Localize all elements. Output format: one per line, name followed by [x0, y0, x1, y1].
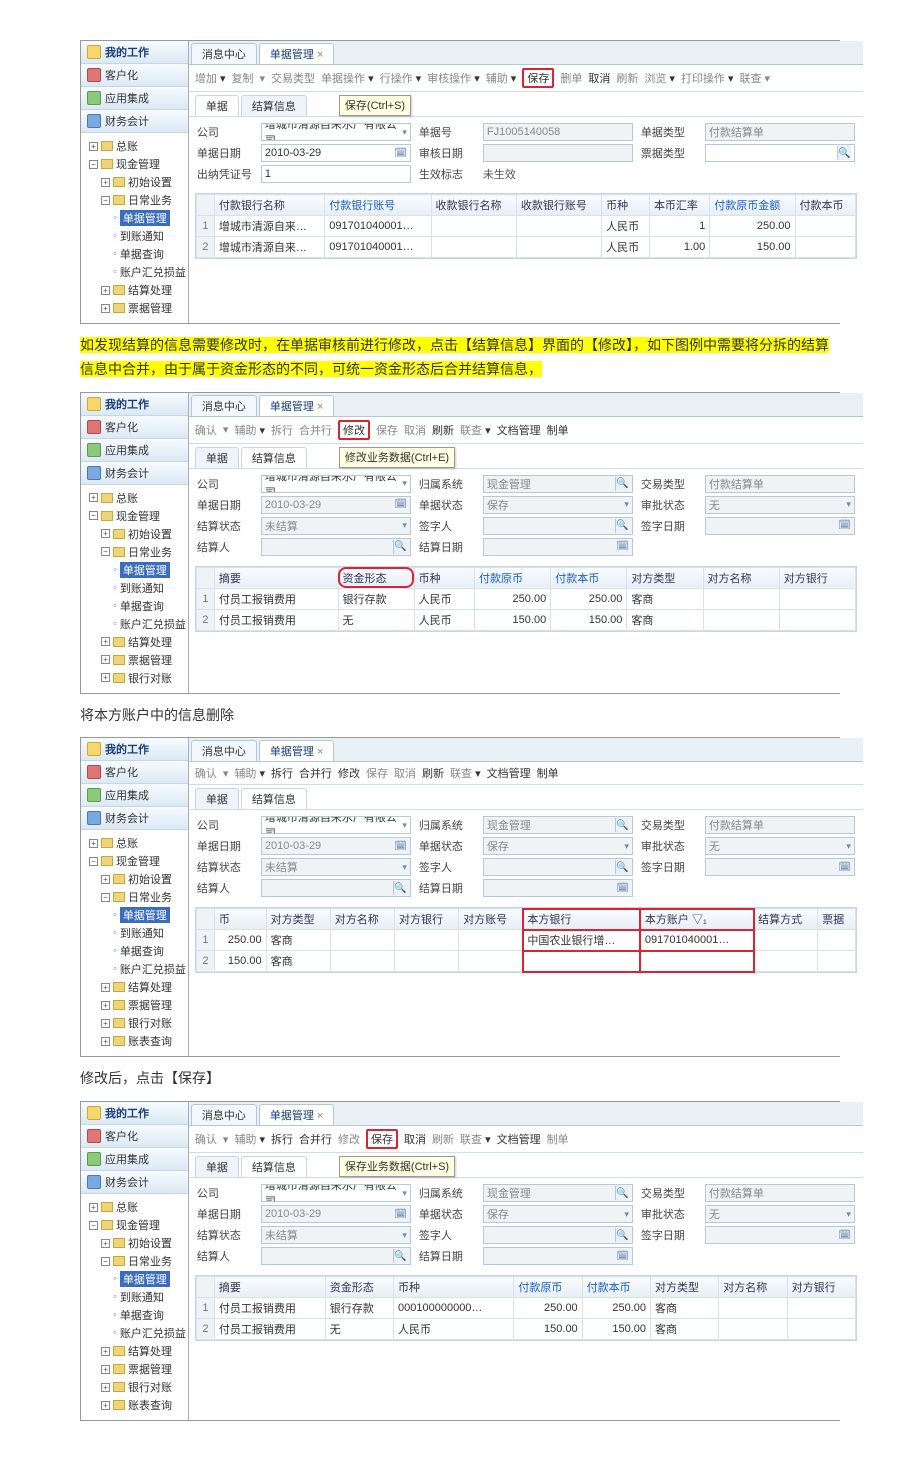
btn-lc[interactable]: 联查 ▾ — [460, 422, 491, 438]
screenshot-3: 我的工作 客户化 应用集成 财务会计 +总账 −现金管理 +初始设置 −日常业务… — [80, 737, 840, 1057]
sidebar-section-kehuhua[interactable]: 客户化 — [81, 64, 188, 87]
lbl: 单据类型 — [641, 124, 697, 140]
tree-node[interactable]: +总账 — [83, 137, 186, 155]
lbl: 审核日期 — [419, 145, 475, 161]
tree-node[interactable]: ◦账户汇兑损益 — [83, 263, 186, 281]
table-row: 2增城市清源自来…091701040001…人民币1.00150.00 — [196, 237, 855, 258]
star-icon — [87, 45, 101, 59]
btn-zhidan[interactable]: 制单 — [547, 422, 569, 438]
book-icon — [87, 114, 101, 128]
tree-node-selected[interactable]: ◦单据管理 — [83, 209, 186, 227]
lbl: 单据号 — [419, 124, 475, 140]
btn-aux[interactable]: 辅助 ▾ — [234, 422, 265, 438]
user-icon — [87, 68, 101, 82]
lbl: 票据类型 — [641, 145, 697, 161]
inp-company[interactable]: 增城市清源自来水厂有限公司▾ — [261, 123, 411, 141]
btn-doc[interactable]: 文档管理 — [497, 422, 541, 438]
btn-browse[interactable]: 浏览 ▾ — [644, 70, 675, 86]
lbl: 单据日期 — [197, 145, 253, 161]
instruction-1: 如发现结算的信息需要修改时，在单据审核前进行修改，点击【结算信息】界面的【修改】… — [80, 334, 840, 382]
tooltip-save: 保存(Ctrl+S) — [339, 95, 411, 116]
btn-modify[interactable]: 修改 — [338, 420, 370, 440]
header-form: 公司增城市清源自来水厂有限公司▾ 单据号 FJ1005140058 单据类型付款结… — [189, 117, 863, 189]
inp-auditdate — [483, 144, 633, 162]
screenshot-4: 我的工作 客户化 应用集成 财务会计 +总账 −现金管理 +初始设置 −日常业务… — [80, 1101, 840, 1421]
val-sxbz: 未生效 — [483, 166, 633, 182]
lbl: 公司 — [197, 124, 253, 140]
btn-billop[interactable]: 单据操作 ▾ — [321, 70, 374, 86]
sidebar-section-yingyong[interactable]: 应用集成 — [81, 87, 188, 110]
btn-aux[interactable]: 辅助 ▾ — [486, 70, 517, 86]
instruction-3: 修改后，点击【保存】 — [80, 1067, 840, 1091]
tree-node[interactable]: ◦到账通知 — [83, 227, 186, 245]
inp-billtype: 付款结算单 — [705, 123, 855, 141]
tree-node[interactable]: +结算处理 — [83, 281, 186, 299]
top-tabs: 消息中心 单据管理 — [189, 41, 863, 65]
tree-node[interactable]: ◦单据查询 — [83, 245, 186, 263]
sidebar-section-mywork[interactable]: 我的工作 — [81, 41, 188, 64]
screenshot-1: 我的工作 客户化 应用集成 财务会计 +总账 −现金管理 +初始设置 −日常业务… — [80, 40, 840, 324]
btn-add[interactable]: 增加 ▾ — [195, 70, 226, 86]
btn-rowop[interactable]: 行操作 ▾ — [380, 70, 422, 86]
btn-refresh: 刷新 — [616, 70, 638, 86]
tree-node[interactable]: −现金管理 — [83, 155, 186, 173]
subtabs: 单据 结算信息 保存(Ctrl+S) — [189, 92, 863, 117]
tab-bill[interactable]: 单据管理 — [259, 43, 334, 64]
tree-node[interactable]: +票据管理 — [83, 299, 186, 317]
lbl: 生效标志 — [419, 166, 475, 182]
gear-icon — [87, 91, 101, 105]
tree-node[interactable]: −日常业务 — [83, 191, 186, 209]
btn-jylx: 交易类型 — [271, 70, 315, 86]
screenshot-2: 我的工作 客户化 应用集成 财务会计 +总账 −现金管理 +初始设置 −日常业务… — [80, 392, 840, 694]
nav-tree: +总账 −现金管理 +初始设置 −日常业务 ◦单据管理 ◦到账通知 ◦单据查询 … — [81, 133, 188, 323]
subtab-bill[interactable]: 单据 — [195, 95, 239, 116]
subtab-settle[interactable]: 结算信息 — [241, 95, 307, 116]
lbl: 出纳凭证号 — [197, 166, 253, 182]
inp-cnpzh[interactable]: 1 — [261, 165, 411, 183]
inp-date[interactable]: 2010-03-29🗓 — [261, 144, 411, 162]
tree-node[interactable]: +初始设置 — [83, 173, 186, 191]
btn-lc: 联查 ▾ — [739, 70, 770, 86]
tab-msg[interactable]: 消息中心 — [191, 43, 257, 64]
btn-del: 删单 — [560, 70, 582, 86]
toolbar: 增加 ▾ 复制▾ 交易类型 单据操作 ▾ 行操作 ▾ 审核操作 ▾ 辅助 ▾ 保… — [189, 65, 863, 92]
sidebar: 我的工作 客户化 应用集成 财务会计 +总账 −现金管理 +初始设置 −日常业务… — [81, 41, 189, 323]
tooltip-modify: 修改业务数据(Ctrl+E) — [339, 447, 455, 468]
inp-billno: FJ1005140058 — [483, 123, 633, 141]
sidebar-section-caiwu[interactable]: 财务会计 — [81, 110, 188, 133]
btn-copy: 复制 — [231, 70, 253, 86]
tooltip-save2: 保存业务数据(Ctrl+S) — [339, 1156, 455, 1177]
btn-save[interactable]: 保存 — [522, 68, 554, 88]
btn-audit[interactable]: 审核操作 ▾ — [427, 70, 480, 86]
btn-save[interactable]: 保存 — [366, 1129, 398, 1149]
inp-pjlx[interactable]: 🔍 — [705, 144, 855, 162]
instruction-2: 将本方账户中的信息删除 — [80, 704, 840, 728]
btn-refresh[interactable]: 刷新 — [432, 422, 454, 438]
btn-print[interactable]: 打印操作 ▾ — [681, 70, 734, 86]
detail-grid[interactable]: 付款银行名称付款银行账号收款银行名称收款银行账号币种本币汇率付款原币金额付款本币… — [195, 193, 857, 259]
table-row: 1增城市清源自来…091701040001…人民币1250.00 — [196, 216, 855, 237]
btn-cancel[interactable]: 取消 — [588, 70, 610, 86]
